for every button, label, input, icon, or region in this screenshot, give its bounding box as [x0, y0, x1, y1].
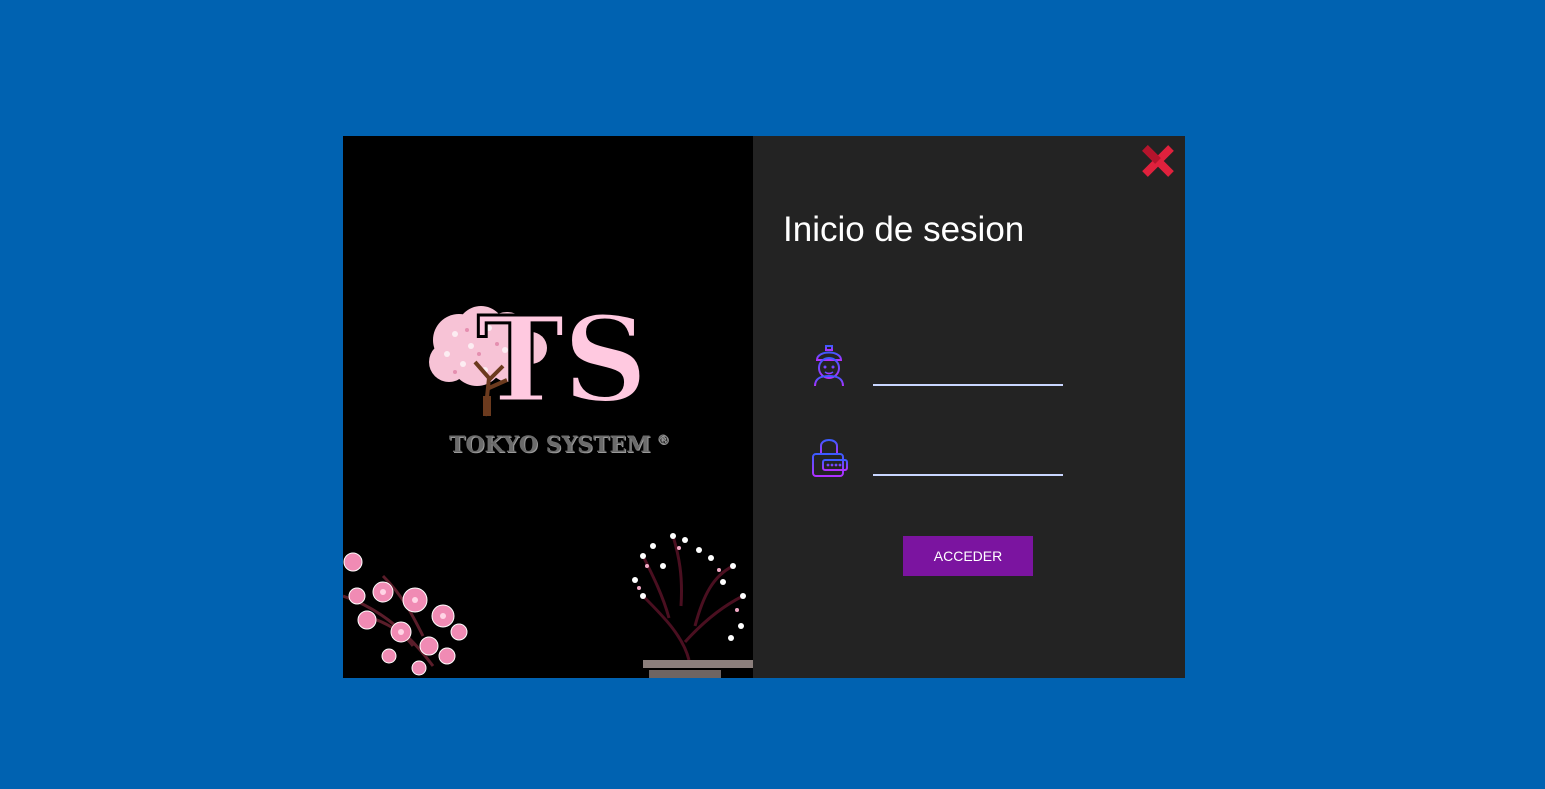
logo-caption-text: TOKYO SYSTEM [449, 432, 651, 458]
cherry-blossom-icon [343, 552, 468, 676]
close-button[interactable] [1141, 144, 1175, 178]
login-title: Inicio de sesion [783, 210, 1025, 249]
acceder-button[interactable]: ACCEDER [903, 536, 1033, 576]
close-icon [1142, 145, 1174, 177]
brand-logo: TS TOKYO SYSTEM ® [419, 290, 679, 470]
login-window: TS TOKYO SYSTEM ® Inicio de sesion ACCED… [343, 136, 1185, 678]
logo-caption: TOKYO SYSTEM ® [449, 432, 670, 458]
login-form-panel: Inicio de sesion ACCEDER [753, 136, 1185, 678]
username-row [809, 344, 1069, 388]
registered-mark: ® [656, 432, 670, 448]
password-row [809, 434, 1069, 478]
brand-panel: TS TOKYO SYSTEM ® [343, 136, 753, 678]
password-input[interactable] [873, 450, 1063, 476]
username-input[interactable] [873, 360, 1063, 386]
lock-icon [812, 439, 848, 477]
bonsai-icon [632, 533, 753, 678]
logo-letters: TS [475, 290, 649, 429]
user-icon [814, 345, 844, 387]
